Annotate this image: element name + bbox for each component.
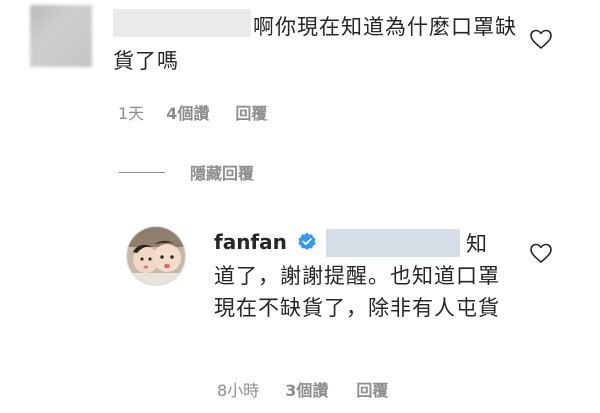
reply-text-start: 知 (466, 232, 487, 256)
comment-body: 啊你現在知道為什麼口罩缺貨了嗎 (113, 10, 533, 78)
comment-text: 啊你現在知道為什麼口罩缺貨了嗎 (113, 15, 517, 73)
reply-avatar[interactable] (126, 226, 186, 286)
reply-likes-link[interactable]: 3個讚 (285, 377, 328, 401)
comment-likes-link[interactable]: 4個讚 (166, 100, 209, 124)
reply-time: 8小時 (217, 381, 260, 400)
avatar-icon (127, 227, 185, 285)
comment-reply-button[interactable]: 回覆 (235, 100, 267, 124)
heart-icon[interactable] (529, 27, 553, 51)
reply-text: 道了，謝謝提醒。也知道口罩現在不缺貨了，除非有人屯貨 (214, 264, 500, 320)
hide-replies-button[interactable]: 隱藏回覆 (190, 160, 254, 184)
avatar-redacted[interactable] (30, 5, 92, 67)
comment-time: 1天 (118, 104, 145, 123)
comment-thread: 啊你現在知道為什麼口罩缺貨了嗎 1天 4個讚 回覆 隱藏回覆 fanfan 知 … (0, 0, 600, 413)
divider-line (119, 172, 165, 173)
comment-meta: 1天 4個讚 回覆 (118, 100, 267, 124)
reply-meta: 8小時 3個讚 回覆 (217, 377, 388, 401)
mention-redacted[interactable] (326, 229, 460, 257)
verified-badge-icon (298, 232, 316, 250)
reply-reply-button[interactable]: 回覆 (356, 377, 388, 401)
reply-username[interactable]: fanfan (214, 230, 287, 254)
heart-icon[interactable] (529, 241, 553, 265)
